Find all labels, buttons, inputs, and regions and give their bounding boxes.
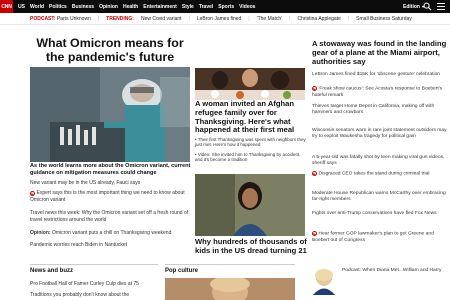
nav-link-us[interactable]: US xyxy=(18,4,25,10)
trending-link[interactable]: LeBron James fined xyxy=(197,16,241,22)
middle-story-title[interactable]: A woman invited an Afghan refugee family… xyxy=(195,99,307,135)
list-item-text: Hear former GOP lawmaker's plan to get G… xyxy=(312,231,434,243)
trending-link[interactable]: 'The Match' xyxy=(257,16,283,22)
nav-link-travel[interactable]: Travel xyxy=(199,4,213,10)
list-item-text: Thieves target Home Depot in California,… xyxy=(312,104,435,115)
list-item-text: Pandemic worries reach Biden in Nantucke… xyxy=(30,242,127,248)
list-item[interactable]: • Their first Thanksgiving was spent wit… xyxy=(195,137,307,148)
cnn-logo[interactable]: CNN xyxy=(0,0,13,13)
divider xyxy=(30,264,158,265)
trending-label: TRENDING: xyxy=(106,15,134,22)
nav-link-health[interactable]: Health xyxy=(123,4,138,10)
thanksgiving-photo[interactable] xyxy=(195,68,305,100)
list-item-text: Traditions you probably don't know about… xyxy=(30,292,130,298)
top-nav: CNN US World Politics Business Opinion H… xyxy=(0,0,450,13)
kids-story-photo[interactable] xyxy=(195,174,305,236)
play-video-icon: ▶ xyxy=(312,231,317,236)
list-item-text: 'Freak show caucus': See Acosta's respon… xyxy=(312,86,443,98)
list-item[interactable]: Wisconsin senators warn in rare joint st… xyxy=(312,128,447,140)
nav-link-world[interactable]: World xyxy=(30,4,44,10)
list-item-text: Moderate House Republican warns McCarthy… xyxy=(312,191,446,202)
play-video-icon: ▶ xyxy=(312,171,317,176)
nav-link-sports[interactable]: Sports xyxy=(218,4,234,10)
list-item[interactable]: ▶ 'Freak show caucus': See Acosta's respo… xyxy=(312,86,447,99)
nav-link-opinion[interactable]: Opinion xyxy=(99,4,118,10)
divider: | xyxy=(289,15,291,22)
lead-story-title[interactable]: As the world learns more about the Omicr… xyxy=(30,163,192,178)
list-item[interactable]: Pro Football Hall of Famer Curley Culp d… xyxy=(30,281,160,288)
list-item[interactable]: Traditions you probably don't know about… xyxy=(30,292,160,299)
divider: | xyxy=(188,15,190,22)
section-title-news-buzz[interactable]: News and buzz xyxy=(30,268,73,274)
nav-link-videos[interactable]: Videos xyxy=(239,4,255,10)
list-item-text: Travel news this week: Why the Omicron v… xyxy=(30,210,189,223)
list-item-text: Wisconsin senators warn in rare joint st… xyxy=(312,128,447,139)
list-item-text: Fights over anti-Trump conservatives hav… xyxy=(312,211,437,216)
list-item-text: New variant may be in the US already, Fa… xyxy=(30,180,141,186)
main-headline[interactable]: What Omicron means for the pandemic's fu… xyxy=(30,36,190,64)
list-item[interactable]: • Video: She invited him to Thanksgiving… xyxy=(195,152,307,163)
play-video-icon: ▶ xyxy=(312,86,317,91)
edition-selector[interactable]: Edition ▾ xyxy=(403,0,424,13)
lead-story-photo[interactable] xyxy=(30,67,190,162)
list-item-text: Omicron variant puts a chill on Thanksgi… xyxy=(51,230,172,236)
list-item[interactable]: New variant may be in the US already, Fa… xyxy=(30,180,190,187)
nav-link-politics[interactable]: Politics xyxy=(49,4,67,10)
list-item[interactable]: Fights over anti-Trump conservatives hav… xyxy=(312,211,447,217)
list-item[interactable]: ▶ Disgraced CEO takes the stand during cr… xyxy=(312,171,447,178)
nav-link-business[interactable]: Business xyxy=(72,4,94,10)
play-video-icon: ▶ xyxy=(30,190,35,196)
list-item-text: LeBron James fined $15K for 'obscene ges… xyxy=(312,72,441,77)
list-item-text: Expert says this is the most important t… xyxy=(30,190,185,203)
list-item[interactable]: Thieves target Home Depot in California,… xyxy=(312,104,447,116)
edition-label: Edition xyxy=(403,3,420,10)
list-item-text: Disgraced CEO takes the stand during cri… xyxy=(318,171,430,177)
pop-culture-photo[interactable] xyxy=(165,278,295,300)
middle-story-title[interactable]: Why hundreds of thousands of kids in the… xyxy=(195,237,307,256)
podcast-link[interactable]: Podcast: When Diana Met...William and Ha… xyxy=(342,268,447,274)
trending-link[interactable]: Small Business Saturday xyxy=(356,16,412,22)
divider xyxy=(165,264,295,265)
list-item[interactable]: ▶ Hear former GOP lawmaker's plan to get … xyxy=(312,231,447,244)
hamburger-menu-icon[interactable] xyxy=(437,3,445,10)
section-title-pop-culture[interactable]: Pop culture xyxy=(165,268,198,274)
trending-bar: PODCAST: Parts Unknown | TRENDING: New C… xyxy=(0,13,450,25)
list-item[interactable]: Opinion: Omicron variant puts a chill on… xyxy=(30,230,190,237)
list-item[interactable]: ▶ Expert says this is the most important … xyxy=(30,190,190,203)
right-story-title[interactable]: A stowaway was found in the landing gear… xyxy=(312,39,447,66)
trending-link[interactable]: New Covid variant xyxy=(141,16,182,22)
list-item-text: A 5-year-old was fatally shot by teen ma… xyxy=(312,155,445,166)
list-item[interactable]: A 5-year-old was fatally shot by teen ma… xyxy=(312,155,447,167)
opinion-label: Opinion: xyxy=(30,230,52,236)
divider: | xyxy=(347,15,350,22)
list-item-text: Pro Football Hall of Famer Curley Culp d… xyxy=(30,281,139,287)
trending-link[interactable]: Parts Unknown xyxy=(57,16,91,22)
list-item[interactable]: Travel news this week: Why the Omicron v… xyxy=(30,210,190,223)
list-item[interactable]: Moderate House Republican warns McCarthy… xyxy=(312,191,447,203)
podcast-label: PODCAST: xyxy=(30,15,56,22)
nav-link-style[interactable]: Style xyxy=(182,4,194,10)
podcast-thumbnail[interactable] xyxy=(310,268,338,295)
trending-link[interactable]: Christina Applegate xyxy=(297,16,340,22)
nav-links: US World Politics Business Opinion Healt… xyxy=(18,4,255,10)
search-icon[interactable] xyxy=(423,2,432,11)
divider: | xyxy=(248,15,250,22)
list-item[interactable]: Pandemic worries reach Biden in Nantucke… xyxy=(30,242,190,249)
nav-link-entertainment[interactable]: Entertainment xyxy=(143,4,177,10)
list-item[interactable]: LeBron James fined $15K for 'obscene ges… xyxy=(312,72,447,78)
divider: | xyxy=(97,15,100,22)
